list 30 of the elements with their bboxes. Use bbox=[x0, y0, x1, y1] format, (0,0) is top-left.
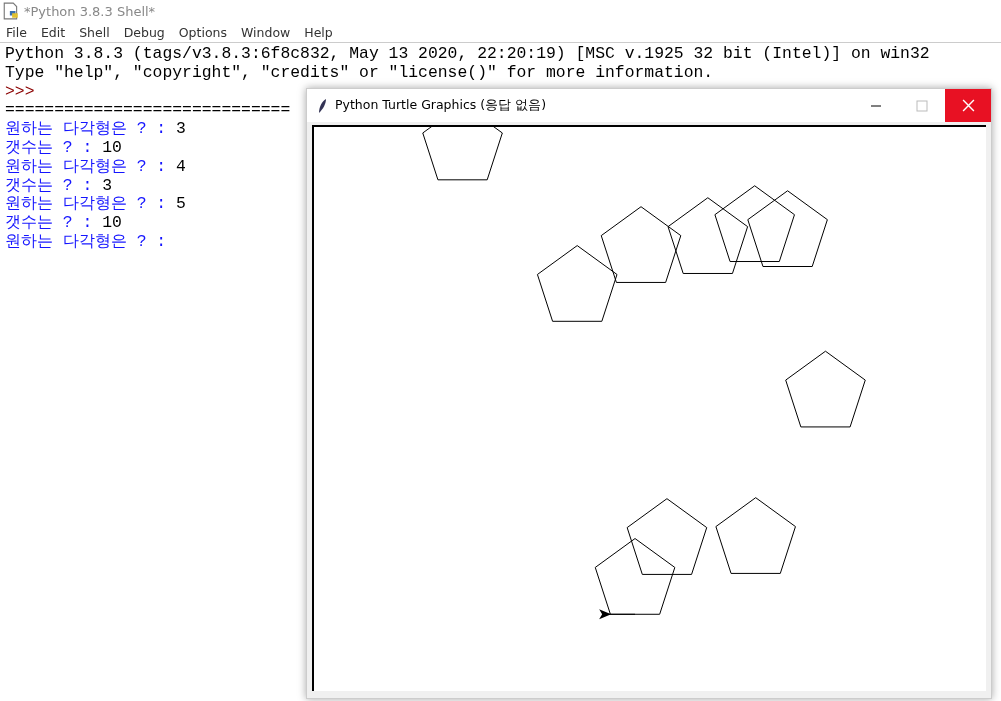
close-button[interactable] bbox=[945, 89, 991, 122]
input-prompt: 원하는 다각형은 ? : bbox=[5, 119, 168, 139]
input-prompt: 갯수는 ? : bbox=[5, 175, 94, 195]
maximize-icon bbox=[916, 99, 928, 112]
input-answer: 4 bbox=[176, 156, 186, 176]
close-icon bbox=[961, 99, 975, 112]
menu-item[interactable]: Debug bbox=[123, 24, 165, 40]
banner-line: Type "help", "copyright", "credits" or "license()" for more information. bbox=[5, 63, 714, 83]
menu-item[interactable]: Shell bbox=[79, 24, 110, 40]
menu-item[interactable]: Edit bbox=[40, 24, 66, 40]
menu-item[interactable]: File bbox=[6, 24, 27, 40]
input-prompt: 갯수는 ? : bbox=[5, 213, 94, 233]
input-answer: 3 bbox=[102, 175, 113, 195]
menu-item[interactable]: Options bbox=[178, 24, 227, 40]
input-prompt: 갯수는 ? : bbox=[5, 138, 94, 157]
restart-separator: ============================= bbox=[5, 101, 291, 121]
banner-line: Python 3.8.3 (tags/v3.8.3:6f8c832, May 13 2020, 22:20:19) [MSC v.1925 32 bit (Intel)] on win32 bbox=[5, 45, 930, 64]
turtle-window-title: Python Turtle Graphics (응답 없음) bbox=[335, 97, 547, 114]
input-prompt: 원하는 다각형은 ? : bbox=[5, 156, 168, 176]
feather-icon bbox=[317, 97, 327, 114]
menu-item[interactable]: Window bbox=[241, 24, 291, 40]
input-prompt: 원하는 다각형은 ? : bbox=[5, 194, 168, 214]
window-title: *Python 3.8.3 Shell* bbox=[24, 3, 156, 19]
input-prompt: 원하는 다각형은 ? : bbox=[5, 231, 168, 251]
input-answer: 10 bbox=[102, 213, 122, 233]
input-answer: 3 bbox=[176, 119, 186, 139]
menu-item[interactable]: Help bbox=[304, 24, 333, 40]
input-answer: 5 bbox=[176, 194, 186, 214]
input-answer: 10 bbox=[102, 138, 122, 157]
shell-prompt: >>> bbox=[5, 82, 35, 102]
